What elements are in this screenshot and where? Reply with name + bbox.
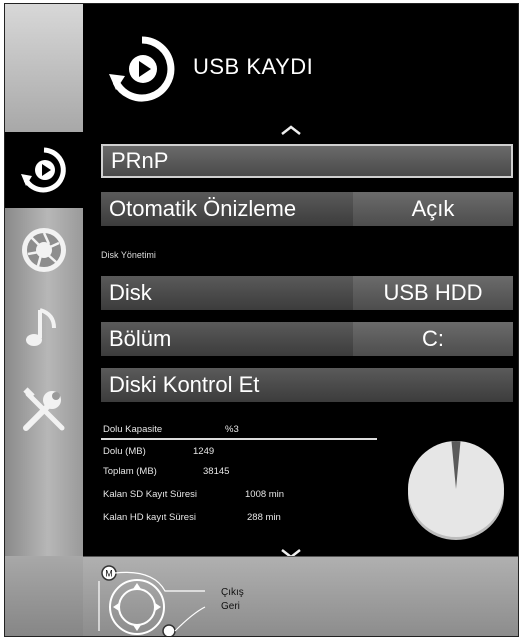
main-panel: USB KAYDI PRnP Otomatik Önizleme Açık Di… [83,4,518,559]
back-hint: Geri [221,601,240,612]
partition-label: Bölüm [109,326,172,351]
disk-value[interactable]: USB HDD [353,276,513,310]
check-disk-label: Diski Kontrol Et [109,372,260,397]
capacity-divider [101,438,377,440]
auto-preview-value[interactable]: Açık [353,192,513,226]
full-mb-value: 1249 [193,446,215,457]
disk-label: Disk [109,280,152,305]
chevron-up-icon[interactable] [279,124,303,136]
aperture-icon[interactable] [18,224,70,276]
prnp-label: PRnP [111,148,169,173]
music-note-icon[interactable] [18,302,70,354]
page-title: USB KAYDI [193,54,314,79]
category-sidebar [5,4,83,636]
menu-key-label: M [105,569,113,579]
full-capacity-label: Dolu Kapasite [103,424,163,435]
total-mb-value: 38145 [203,466,230,477]
sidebar-top-panel [5,4,83,132]
tv-menu-window: USB KAYDI PRnP Otomatik Önizleme Açık Di… [4,3,519,637]
partition-value[interactable]: C: [353,322,513,356]
disk-usage-pie [408,440,504,540]
remaining-hd-label: Kalan HD kayıt Süresi [103,512,196,523]
tools-icon[interactable] [18,384,70,436]
full-capacity-value: %3 [225,424,239,435]
usb-record-header-icon [109,36,175,102]
auto-preview-label: Otomatik Önizleme [109,196,297,221]
exit-hint: Çıkış [221,587,244,598]
disk-menu-item[interactable]: Disk USB HDD [101,276,513,310]
partition-menu-item[interactable]: Bölüm C: [101,322,513,356]
remaining-sd-label: Kalan SD Kayıt Süresi [103,489,197,500]
record-icon[interactable] [18,144,70,196]
footer-left-panel [5,556,83,636]
disk-management-heading: Disk Yönetimi [101,250,156,260]
help-footer: M Çıkış Geri [83,556,518,636]
auto-preview-menu-item[interactable]: Otomatik Önizleme Açık [101,192,513,226]
remote-navigation-icon: M [98,565,206,636]
remaining-sd-value: 1008 min [245,489,285,500]
check-disk-menu-item[interactable]: Diski Kontrol Et [101,368,513,402]
remaining-hd-value: 288 min [247,512,281,523]
full-mb-label: Dolu (MB) [103,446,146,457]
prnp-menu-item[interactable]: PRnP [101,144,513,178]
total-mb-label: Toplam (MB) [103,466,157,477]
back-key-icon [162,624,176,636]
